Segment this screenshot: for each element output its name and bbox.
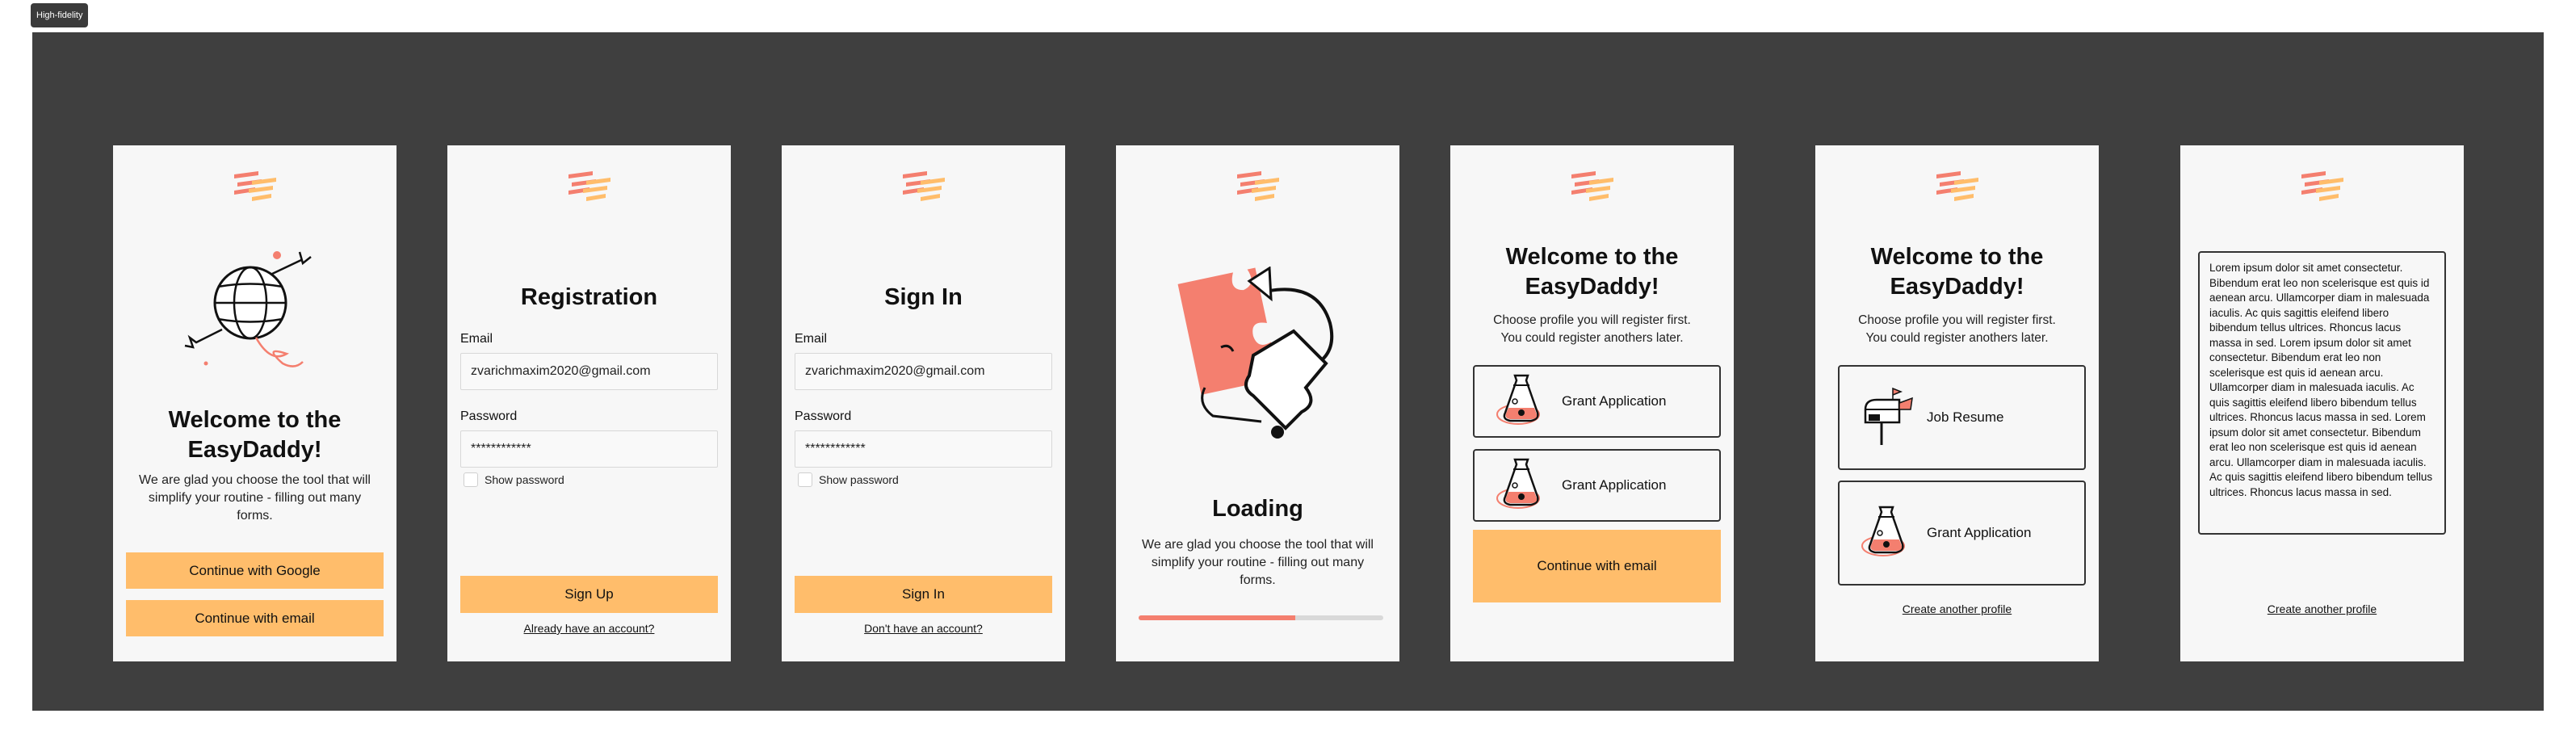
screen-profile-select: Welcome to the EasyDaddy! Choose profile…: [1450, 145, 1734, 661]
body-line1: Choose profile you will register first.: [1858, 313, 2056, 327]
logo-icon: [1234, 170, 1282, 205]
frame-tag: High-fidelity: [31, 3, 89, 27]
screen-profiles: Welcome to the EasyDaddy! Choose profile…: [1815, 145, 2099, 661]
body-line2: You could register anothers later.: [1500, 331, 1684, 345]
continue-with-google-button[interactable]: Continue with Google: [126, 552, 384, 589]
continue-with-email-button[interactable]: Continue with email: [126, 600, 384, 636]
profile-text-box[interactable]: Lorem ipsum dolor sit amet consectetur. …: [2198, 251, 2446, 535]
show-password-checkbox[interactable]: Show password: [798, 472, 899, 487]
profile-card-label: Job Resume: [1927, 409, 2004, 425]
email-field[interactable]: zvarichmaxim2020@gmail.com: [795, 353, 1052, 390]
email-field[interactable]: zvarichmaxim2020@gmail.com: [460, 353, 718, 390]
sign-in-button[interactable]: Sign In: [795, 576, 1052, 613]
profile-card-grant-application[interactable]: Grant Application: [1838, 481, 2086, 586]
screen-welcome: Welcome to the EasyDaddy! We are glad yo…: [113, 145, 396, 661]
show-password-label: Show password: [485, 473, 564, 486]
profile-card-grant-application[interactable]: Grant Application: [1473, 365, 1721, 438]
welcome-title-line2: EasyDaddy!: [187, 437, 322, 463]
loading-body: We are glad you choose the tool that wil…: [1142, 538, 1374, 587]
title-line1: Welcome to the: [1505, 244, 1679, 270]
logo-icon: [1933, 170, 1982, 205]
email-label: Email: [795, 332, 828, 346]
screen-text-profile: Lorem ipsum dolor sit amet consectetur. …: [2180, 145, 2464, 661]
logo-icon: [900, 170, 948, 205]
globe-illustration: [184, 251, 312, 367]
profile-card-label: Grant Application: [1927, 525, 2032, 540]
profile-select-body: Choose profile you will register first. …: [1475, 312, 1710, 347]
flask-icon: [1491, 369, 1555, 434]
progress-fill: [1139, 615, 1295, 620]
create-another-profile-link[interactable]: Create another profile: [1815, 602, 2099, 615]
body-line1: Choose profile you will register first.: [1493, 313, 1691, 327]
create-another-profile-link[interactable]: Create another profile: [2180, 602, 2464, 615]
title-line2: EasyDaddy!: [1890, 274, 2024, 300]
logo-icon: [1568, 170, 1617, 205]
continue-with-email-button[interactable]: Continue with email: [1473, 530, 1721, 602]
loading-progress-bar: [1139, 615, 1383, 620]
password-label: Password: [460, 409, 518, 423]
logo-icon: [565, 170, 614, 205]
checkbox-box[interactable]: [464, 472, 478, 487]
welcome-body: We are glad you choose the tool that wil…: [139, 473, 371, 523]
signin-title: Sign In: [884, 284, 963, 310]
show-password-label: Show password: [819, 473, 899, 486]
show-password-checkbox[interactable]: Show password: [464, 472, 564, 487]
mailbox-icon: [1856, 385, 1920, 450]
profile-card-label: Grant Application: [1562, 393, 1667, 409]
screen-signin: Sign In Email zvarichmaxim2020@gmail.com…: [782, 145, 1065, 661]
registration-title: Registration: [520, 284, 658, 310]
logo-icon: [2298, 170, 2347, 205]
welcome-title-line1: Welcome to the: [168, 407, 342, 433]
flask-icon: [1856, 501, 1920, 565]
body-line2: You could register anothers later.: [1865, 331, 2049, 345]
logo-icon: [231, 170, 279, 205]
password-label: Password: [795, 409, 852, 423]
screen-registration: Registration Email zvarichmaxim2020@gmai…: [447, 145, 731, 661]
already-have-account-link[interactable]: Already have an account?: [447, 622, 731, 635]
password-field[interactable]: ************: [460, 430, 718, 468]
profile-select-title: Welcome to the EasyDaddy!: [1450, 242, 1734, 302]
puzzle-illustration: [1177, 267, 1334, 439]
profiles-title: Welcome to the EasyDaddy!: [1815, 242, 2099, 302]
screen-loading: Loading We are glad you choose the tool …: [1116, 145, 1399, 661]
checkbox-box[interactable]: [798, 472, 812, 487]
profiles-body: Choose profile you will register first. …: [1840, 312, 2075, 347]
dont-have-account-link[interactable]: Don't have an account?: [782, 622, 1065, 635]
profile-card-grant-application-2[interactable]: Grant Application: [1473, 449, 1721, 522]
welcome-title: Welcome to the EasyDaddy!: [113, 405, 396, 465]
design-board: Welcome to the EasyDaddy! We are glad yo…: [32, 32, 2544, 711]
profile-card-label: Grant Application: [1562, 477, 1667, 493]
password-field[interactable]: ************: [795, 430, 1052, 468]
profile-card-job-resume[interactable]: Job Resume: [1838, 365, 2086, 470]
title-line1: Welcome to the: [1870, 244, 2044, 270]
sign-up-button[interactable]: Sign Up: [460, 576, 718, 613]
email-label: Email: [460, 332, 493, 346]
title-line2: EasyDaddy!: [1525, 274, 1659, 300]
flask-icon: [1491, 453, 1555, 518]
loading-title: Loading: [1212, 496, 1303, 522]
